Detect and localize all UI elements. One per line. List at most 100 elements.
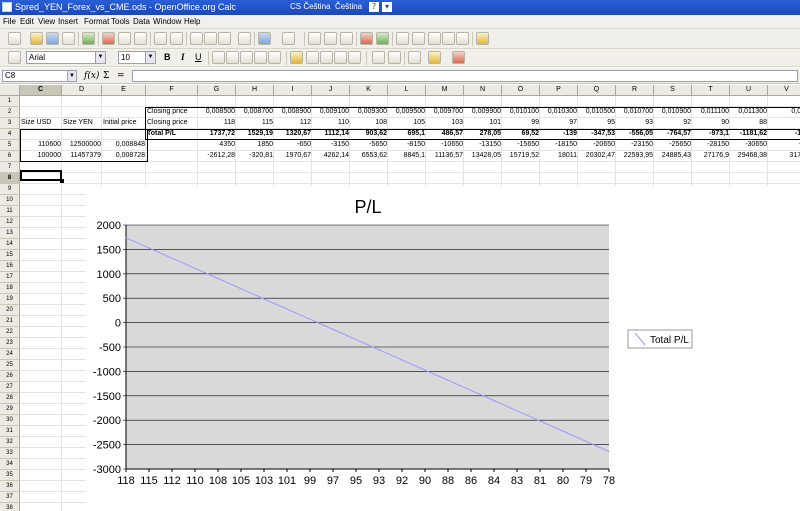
row-header-38[interactable]: 38: [0, 503, 20, 511]
merge-cells-icon[interactable]: [268, 51, 281, 64]
column-header-p[interactable]: P: [540, 85, 578, 96]
cell-o6[interactable]: 15719,52: [502, 151, 540, 161]
cell-h6[interactable]: -320,81: [236, 151, 274, 161]
percent-format-icon[interactable]: [306, 51, 319, 64]
bold-button[interactable]: B: [164, 52, 171, 62]
cell-i4[interactable]: 1320,67: [274, 129, 312, 139]
underline-button[interactable]: U: [195, 52, 202, 62]
cell-e5[interactable]: 0,008848: [102, 140, 146, 150]
menu-data[interactable]: Data: [133, 17, 150, 26]
navigator-icon[interactable]: [412, 32, 425, 45]
row-header-5[interactable]: 5: [0, 140, 20, 151]
row-header-29[interactable]: 29: [0, 404, 20, 415]
help-icon[interactable]: [476, 32, 489, 45]
cell-p3[interactable]: 97: [540, 118, 578, 128]
row-header-15[interactable]: 15: [0, 250, 20, 261]
row-header-12[interactable]: 12: [0, 217, 20, 228]
row-header-4[interactable]: 4: [0, 129, 20, 140]
cell-j5[interactable]: -3150: [312, 140, 350, 150]
cell-d3[interactable]: Size YEN: [62, 118, 102, 128]
row-header-25[interactable]: 25: [0, 360, 20, 371]
column-header-c[interactable]: C: [20, 85, 62, 96]
background-color-icon[interactable]: [428, 51, 441, 64]
chevron-down-icon[interactable]: ▼: [95, 52, 105, 63]
data-point[interactable]: [263, 298, 265, 300]
italic-button[interactable]: I: [181, 52, 185, 62]
column-header-u[interactable]: U: [730, 85, 768, 96]
cell-c6[interactable]: 100000: [20, 151, 62, 161]
cell-c3[interactable]: Size USD: [20, 118, 62, 128]
row-header-20[interactable]: 20: [0, 305, 20, 316]
keyboard-language[interactable]: Čeština: [335, 2, 362, 11]
edit-file-icon[interactable]: [82, 32, 95, 45]
cell-h3[interactable]: 115: [236, 118, 274, 128]
increase-indent-icon[interactable]: [388, 51, 401, 64]
remove-decimal-icon[interactable]: [348, 51, 361, 64]
data-point[interactable]: [378, 349, 380, 351]
cell-t2[interactable]: 0,011100: [692, 107, 730, 117]
cell-h2[interactable]: 0,008700: [236, 107, 274, 117]
row-header-3[interactable]: 3: [0, 118, 20, 129]
cell-u5[interactable]: -30650: [730, 140, 768, 150]
copy-icon[interactable]: [204, 32, 217, 45]
spellcheck-icon[interactable]: [154, 32, 167, 45]
cell-i5[interactable]: -650: [274, 140, 312, 150]
cell-i3[interactable]: 112: [274, 118, 312, 128]
cell-u4[interactable]: -1181,62: [730, 129, 768, 139]
pl-chart[interactable]: P/L 2000 1500 1000 500 0 -500 -1000 -1500 -2000 -…: [86, 186, 800, 511]
data-point[interactable]: [148, 247, 150, 249]
cell-o3[interactable]: 99: [502, 118, 540, 128]
cell-f3[interactable]: Closing price: [146, 118, 198, 128]
cell-g4[interactable]: 1737,72: [198, 129, 236, 139]
cell-t3[interactable]: 90: [692, 118, 730, 128]
cell-l6[interactable]: 8845,1: [388, 151, 426, 161]
minimize-button[interactable]: ▾: [382, 2, 392, 12]
cell-q2[interactable]: 0,010500: [578, 107, 616, 117]
menu-window[interactable]: Window: [153, 17, 181, 26]
cell-v5[interactable]: -3: [768, 140, 800, 150]
data-point[interactable]: [125, 237, 127, 239]
cell-d5[interactable]: 12500000: [62, 140, 102, 150]
cell-c5[interactable]: 110600: [20, 140, 62, 150]
row-header-23[interactable]: 23: [0, 338, 20, 349]
cell-n3[interactable]: 101: [464, 118, 502, 128]
styles-icon[interactable]: [8, 51, 21, 64]
data-point[interactable]: [217, 277, 219, 280]
cell-m2[interactable]: 0,009700: [426, 107, 464, 117]
column-header-n[interactable]: N: [464, 85, 502, 96]
row-header-10[interactable]: 10: [0, 195, 20, 206]
column-header-l[interactable]: L: [388, 85, 426, 96]
function-wizard-button[interactable]: f(x): [84, 71, 99, 81]
cell-m3[interactable]: 103: [426, 118, 464, 128]
cell-t4[interactable]: -973,1: [692, 129, 730, 139]
data-point[interactable]: [447, 379, 449, 381]
column-header-k[interactable]: K: [350, 85, 388, 96]
row-header-33[interactable]: 33: [0, 448, 20, 459]
cell-u3[interactable]: 88: [730, 118, 768, 128]
row-header-21[interactable]: 21: [0, 316, 20, 327]
chevron-down-icon[interactable]: ▼: [145, 52, 155, 63]
align-center-icon[interactable]: [226, 51, 239, 64]
cell-i2[interactable]: 0,008900: [274, 107, 312, 117]
data-point[interactable]: [539, 420, 541, 422]
align-left-icon[interactable]: [212, 51, 225, 64]
cell-p6[interactable]: 18011: [540, 151, 578, 161]
cell-r5[interactable]: -23150: [616, 140, 654, 150]
cell-l2[interactable]: 0,009500: [388, 107, 426, 117]
cell-q6[interactable]: 20302,47: [578, 151, 616, 161]
cell-l3[interactable]: 105: [388, 118, 426, 128]
decrease-indent-icon[interactable]: [372, 51, 385, 64]
cell-s5[interactable]: -25650: [654, 140, 692, 150]
cell-g6[interactable]: -2612,28: [198, 151, 236, 161]
cell-n6[interactable]: 13428,05: [464, 151, 502, 161]
row-header-18[interactable]: 18: [0, 283, 20, 294]
cell-v4[interactable]: -13: [768, 129, 800, 139]
cell-j3[interactable]: 110: [312, 118, 350, 128]
column-header-e[interactable]: E: [102, 85, 146, 96]
column-header-o[interactable]: O: [502, 85, 540, 96]
menu-help[interactable]: Help: [184, 17, 200, 26]
row-header-27[interactable]: 27: [0, 382, 20, 393]
column-header-s[interactable]: S: [654, 85, 692, 96]
row-header-6[interactable]: 6: [0, 151, 20, 162]
sum-button[interactable]: Σ: [103, 71, 109, 81]
